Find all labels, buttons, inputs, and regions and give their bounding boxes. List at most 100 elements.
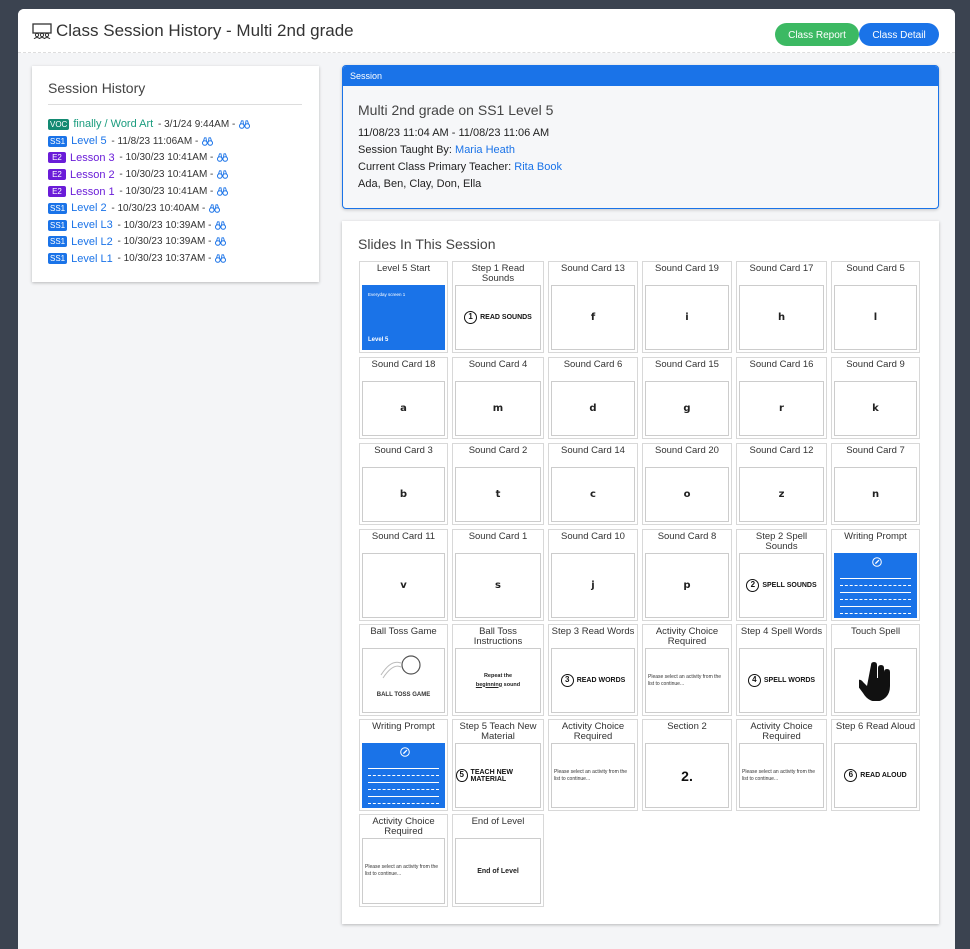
teacher-link-rita[interactable]: Rita Book [514, 161, 562, 173]
slide-card[interactable]: Sound Card 20 o [642, 443, 732, 525]
history-item-link[interactable]: Lesson 1 [70, 186, 115, 198]
binoculars-icon[interactable] [209, 204, 221, 213]
history-item[interactable]: SS1 Level L1 - 10/30/23 10:37AM - [48, 250, 250, 267]
class-detail-button[interactable]: Class Detail [859, 23, 939, 46]
slide-thumbnail[interactable]: r [739, 381, 824, 436]
slide-thumbnail[interactable]: s [455, 553, 541, 618]
slide-thumbnail[interactable]: BALL TOSS GAME [362, 648, 445, 713]
slide-card[interactable]: Sound Card 15 g [642, 357, 732, 439]
slide-thumbnail[interactable]: l [834, 285, 917, 350]
slide-card[interactable]: End of Level End of Level [452, 814, 544, 907]
slide-thumbnail[interactable]: 1 READ SOUNDS [455, 285, 541, 350]
slide-thumbnail[interactable]: f [551, 285, 635, 350]
history-item-link[interactable]: Lesson 3 [70, 152, 115, 164]
slide-card[interactable]: Writing Prompt [831, 529, 920, 621]
history-item[interactable]: SS1 Level 2 - 10/30/23 10:40AM - [48, 200, 250, 217]
class-report-button[interactable]: Class Report [775, 23, 859, 46]
history-item-link[interactable]: Level 5 [71, 135, 106, 147]
slide-thumbnail[interactable]: Please select an activity from the list … [362, 838, 445, 904]
slide-card[interactable]: Sound Card 19 i [642, 261, 732, 353]
slide-thumbnail[interactable]: v [362, 553, 445, 618]
slide-card[interactable]: Activity Choice Required Please select an… [548, 719, 638, 811]
slide-card[interactable]: Sound Card 2 t [452, 443, 544, 525]
slide-card[interactable]: Level 5 Start Everyday screen 1 Level 5 [359, 261, 448, 353]
slide-thumbnail[interactable] [834, 553, 917, 618]
binoculars-icon[interactable] [217, 153, 229, 163]
slide-card[interactable]: Sound Card 10 j [548, 529, 638, 621]
binoculars-icon[interactable] [215, 254, 227, 264]
slide-card[interactable]: Sound Card 5 l [831, 261, 920, 353]
slide-card[interactable]: Step 3 Read Words 3 READ WORDS [548, 624, 638, 716]
slide-card[interactable]: Sound Card 9 k [831, 357, 920, 439]
slide-card[interactable]: Sound Card 14 c [548, 443, 638, 525]
slide-thumbnail[interactable]: End of Level [455, 838, 541, 904]
slide-thumbnail[interactable]: 4 SPELL WORDS [739, 648, 824, 713]
history-item[interactable]: SS1 Level L2 - 10/30/23 10:39AM - [48, 234, 250, 251]
slide-thumbnail[interactable]: m [455, 381, 541, 436]
slide-thumbnail[interactable]: 2 SPELL SOUNDS [739, 553, 824, 618]
slide-thumbnail[interactable]: n [834, 467, 917, 522]
slide-thumbnail[interactable]: j [551, 553, 635, 618]
slide-card[interactable]: Sound Card 12 z [736, 443, 827, 525]
teacher-link-maria[interactable]: Maria Heath [455, 144, 515, 156]
slide-card[interactable]: Activity Choice Required Please select an… [736, 719, 827, 811]
slide-thumbnail[interactable] [834, 648, 917, 713]
history-item-link[interactable]: Level L3 [71, 219, 113, 231]
binoculars-icon[interactable] [215, 221, 227, 230]
slide-card[interactable]: Step 1 Read Sounds 1 READ SOUNDS [452, 261, 544, 353]
slide-card[interactable]: Sound Card 11 v [359, 529, 448, 621]
slide-thumbnail[interactable]: c [551, 467, 635, 522]
binoculars-icon[interactable] [202, 137, 214, 146]
slide-thumbnail[interactable]: b [362, 467, 445, 522]
slide-card[interactable]: Ball Toss Game BALL TOSS GAME [359, 624, 448, 716]
binoculars-icon[interactable] [217, 187, 229, 196]
binoculars-icon[interactable] [215, 237, 227, 247]
slide-card[interactable]: Activity Choice Required Please select an… [359, 814, 448, 907]
slide-card[interactable]: Sound Card 3 b [359, 443, 448, 525]
slide-card[interactable]: Step 6 Read Aloud 6 READ ALOUD [831, 719, 920, 811]
slide-card[interactable]: Sound Card 7 n [831, 443, 920, 525]
slide-thumbnail[interactable]: 3 READ WORDS [551, 648, 635, 713]
slide-thumbnail[interactable]: k [834, 381, 917, 436]
slide-thumbnail[interactable]: d [551, 381, 635, 436]
history-item[interactable]: E2 Lesson 3 - 10/30/23 10:41AM - [48, 150, 250, 167]
slide-thumbnail[interactable]: h [739, 285, 824, 350]
slide-thumbnail[interactable]: 5 TEACH NEW MATERIAL [455, 743, 541, 808]
slide-card[interactable]: Ball Toss Instructions Repeat the beginn… [452, 624, 544, 716]
history-item-link[interactable]: finally / Word Art [73, 118, 153, 130]
slide-thumbnail[interactable]: p [645, 553, 729, 618]
history-item[interactable]: E2 Lesson 1 - 10/30/23 10:41AM - [48, 183, 250, 200]
slide-thumbnail[interactable]: Please select an activity from the list … [645, 648, 729, 713]
slide-card[interactable]: Sound Card 18 a [359, 357, 448, 439]
slide-thumbnail[interactable]: Please select an activity from the list … [551, 743, 635, 808]
slide-card[interactable]: Sound Card 4 m [452, 357, 544, 439]
slide-thumbnail[interactable] [362, 743, 445, 808]
slide-thumbnail[interactable]: i [645, 285, 729, 350]
slide-card[interactable]: Sound Card 1 s [452, 529, 544, 621]
slide-thumbnail[interactable]: o [645, 467, 729, 522]
binoculars-icon[interactable] [239, 120, 251, 129]
slide-thumbnail[interactable]: z [739, 467, 824, 522]
binoculars-icon[interactable] [217, 170, 229, 180]
slide-thumbnail[interactable]: 6 READ ALOUD [834, 743, 917, 808]
history-item-link[interactable]: Level L1 [71, 253, 113, 265]
history-item[interactable]: SS1 Level L3 - 10/30/23 10:39AM - [48, 217, 250, 234]
slide-card[interactable]: Sound Card 8 p [642, 529, 732, 621]
slide-card[interactable]: Sound Card 13 f [548, 261, 638, 353]
slide-thumbnail[interactable]: Everyday screen 1 Level 5 [362, 285, 445, 350]
slide-card[interactable]: Step 2 Spell Sounds 2 SPELL SOUNDS [736, 529, 827, 621]
history-item[interactable]: VOC finally / Word Art - 3/1/24 9:44AM - [48, 116, 251, 133]
slide-card[interactable]: Sound Card 17 h [736, 261, 827, 353]
slide-thumbnail[interactable]: Repeat the beginning sound [455, 648, 541, 713]
slide-thumbnail[interactable]: g [645, 381, 729, 436]
slide-thumbnail[interactable]: a [362, 381, 445, 436]
slide-thumbnail[interactable]: 2. [645, 743, 729, 808]
slide-card[interactable]: Writing Prompt [359, 719, 448, 811]
slide-card[interactable]: Step 4 Spell Words 4 SPELL WORDS [736, 624, 827, 716]
history-item[interactable]: E2 Lesson 2 - 10/30/23 10:41AM - [48, 166, 250, 183]
slide-card[interactable]: Sound Card 6 d [548, 357, 638, 439]
history-item-link[interactable]: Level L2 [71, 236, 113, 248]
slide-thumbnail[interactable]: Please select an activity from the list … [739, 743, 824, 808]
history-item[interactable]: SS1 Level 5 - 11/8/23 11:06AM - [48, 133, 250, 150]
slide-card[interactable]: Sound Card 16 r [736, 357, 827, 439]
